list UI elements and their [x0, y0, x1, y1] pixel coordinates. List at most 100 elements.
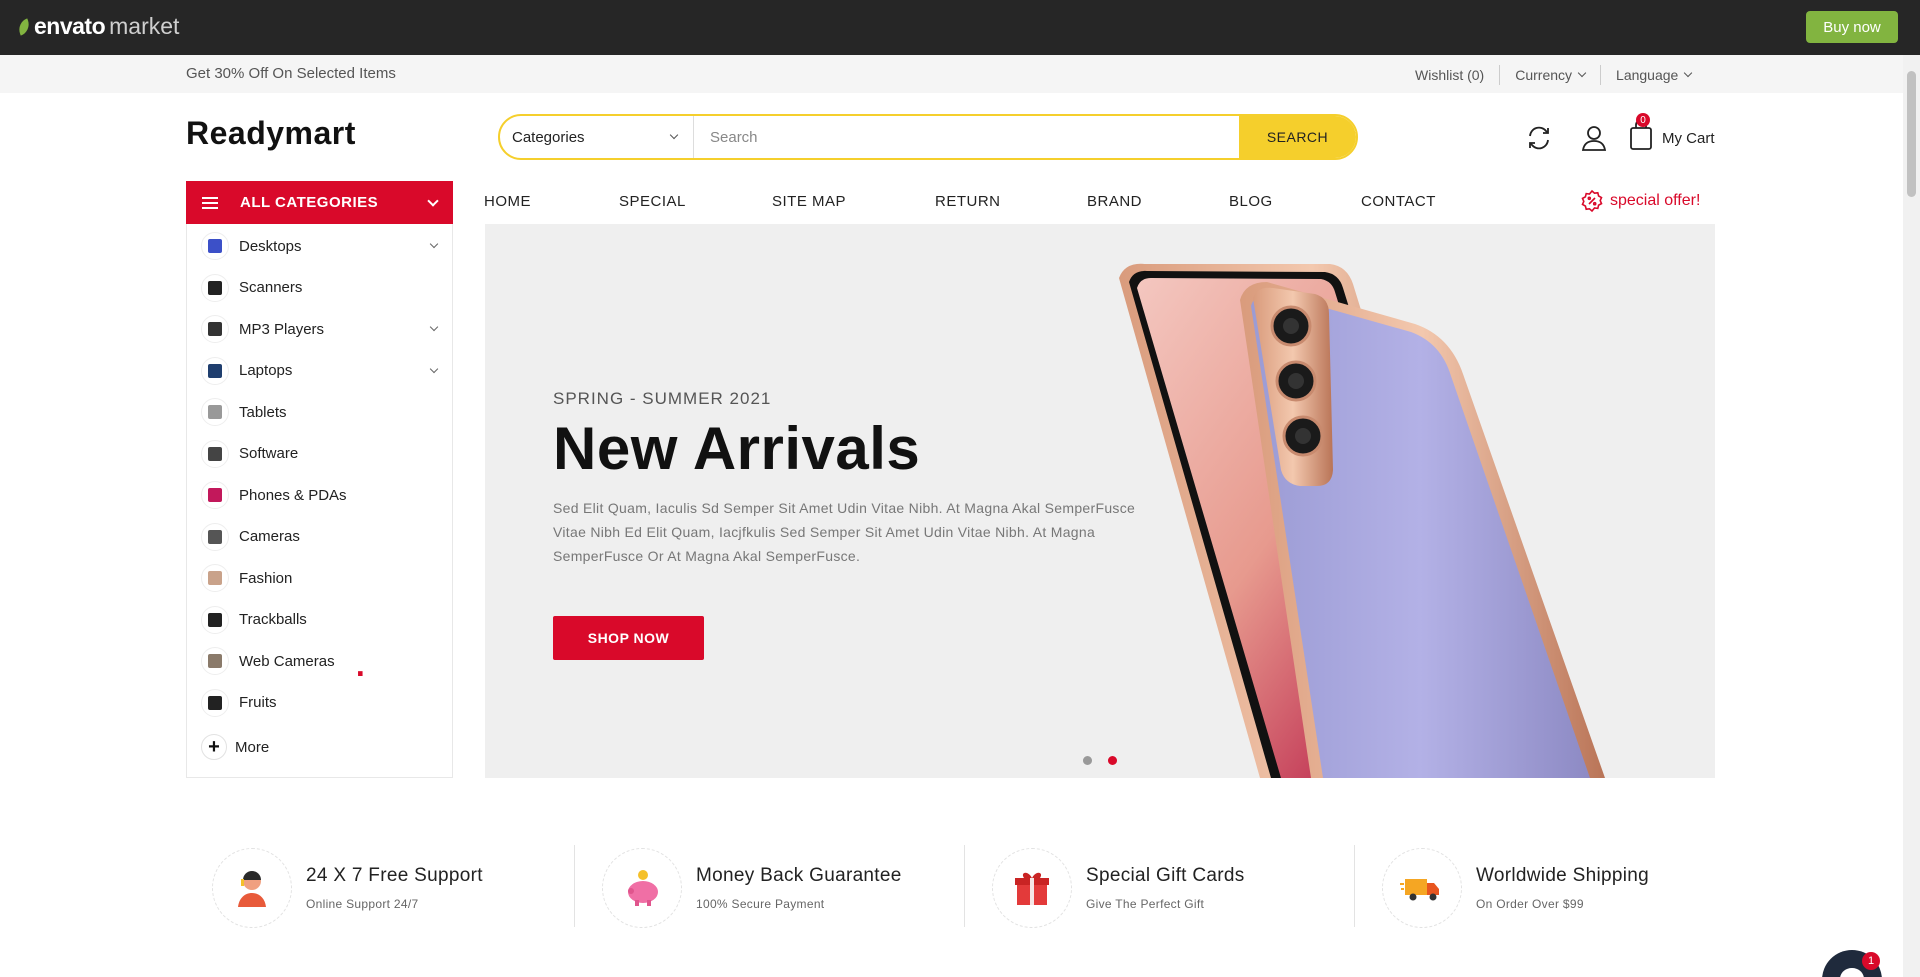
envato-leaf-icon [15, 17, 33, 36]
envato-logo[interactable]: envato market [15, 13, 180, 40]
category-item[interactable]: Laptops [201, 355, 441, 387]
cart-label: My Cart [1662, 129, 1715, 147]
category-item[interactable]: Web Cameras [201, 645, 441, 677]
nav-item[interactable]: RETURN [935, 193, 1001, 210]
category-thumbnail-icon [201, 605, 229, 634]
feature-title: 24 X 7 Free Support [306, 864, 483, 886]
category-item[interactable]: Trackballs [201, 604, 441, 636]
promo-text: Get 30% Off On Selected Items [186, 65, 396, 82]
currency-dropdown[interactable]: Currency [1500, 64, 1600, 86]
category-thumbnail-icon [201, 356, 229, 385]
chevron-down-icon [1577, 68, 1587, 78]
feature-item: Special Gift Cards Give The Perfect Gift [966, 845, 1348, 930]
nav-item[interactable]: HOME [484, 193, 531, 210]
category-list: Desktops Scanners MP3 Players Laptops Tablet… [186, 224, 453, 778]
gift-icon [992, 847, 1072, 928]
category-item-label: Fruits [239, 694, 277, 711]
category-item-label: Desktops [239, 237, 302, 255]
search-bar: Categories SEARCH [498, 114, 1358, 160]
search-button[interactable]: SEARCH [1239, 116, 1356, 158]
chevron-down-icon[interactable] [429, 322, 439, 332]
chevron-down-icon [669, 130, 679, 140]
special-offer-label: special offer! [1610, 192, 1701, 209]
language-dropdown[interactable]: Language [1601, 64, 1706, 86]
envato-logo-market: market [109, 13, 180, 39]
category-item[interactable]: MP3 Players [201, 313, 441, 345]
envato-bar: envato market Buy now [0, 0, 1920, 55]
site-logo-text: Readymart [186, 115, 356, 151]
feature-divider [574, 845, 575, 927]
piggy-bank-icon [602, 847, 682, 928]
support-agent-icon [212, 847, 292, 928]
search-input[interactable] [694, 116, 1239, 158]
feature-subtitle: 100% Secure Payment [696, 896, 825, 911]
category-item[interactable]: Scanners [201, 272, 441, 304]
user-account-icon[interactable] [1579, 123, 1609, 153]
all-categories-toggle[interactable]: ALL CATEGORIES [186, 181, 453, 224]
nav-item[interactable]: SPECIAL [619, 193, 686, 210]
hero-title: New Arrivals [553, 415, 921, 482]
feature-text: Worldwide Shipping On Order Over $99 [1476, 865, 1649, 911]
shopping-bag-icon: 0 [1628, 113, 1654, 151]
compare-icon[interactable] [1524, 123, 1554, 153]
page: Get 30% Off On Selected Items Wishlist (… [0, 55, 1903, 977]
category-item[interactable]: Tablets [201, 396, 441, 428]
feature-item: Money Back Guarantee 100% Secure Payment [576, 845, 958, 930]
category-item-label: Trackballs [239, 611, 307, 628]
nav-item[interactable]: SITE MAP [772, 193, 846, 210]
category-thumbnail-icon [201, 273, 229, 302]
category-select[interactable]: Categories [500, 116, 694, 158]
feature-subtitle: On Order Over $99 [1476, 896, 1584, 911]
category-select-label: Categories [512, 128, 585, 146]
nav-item[interactable]: CONTACT [1361, 193, 1436, 210]
feature-divider [1354, 845, 1355, 927]
nav-item[interactable]: BRAND [1087, 193, 1142, 210]
feature-text: Money Back Guarantee 100% Secure Payment [696, 865, 902, 911]
category-item-label: Tablets [239, 403, 287, 421]
special-offer-link[interactable]: special offer! [1580, 189, 1700, 213]
cart-button[interactable]: 0 My Cart [1628, 113, 1715, 151]
more-label: More [235, 738, 270, 756]
feature-subtitle: Give The Perfect Gift [1086, 896, 1205, 911]
buy-now-button[interactable]: Buy now [1806, 11, 1898, 43]
smartphone-image [1119, 263, 1605, 778]
nav-item[interactable]: BLOG [1229, 193, 1273, 210]
features-row: 24 X 7 Free Support Online Support 24/7 Mo… [186, 845, 1716, 930]
chevron-down-icon[interactable] [429, 364, 439, 373]
cart-count-badge: 0 [1636, 113, 1650, 127]
category-item-label: Software [239, 445, 299, 462]
category-item[interactable]: Fruits [201, 687, 441, 719]
category-item[interactable]: Desktops [201, 230, 441, 262]
site-logo[interactable]: Readymart. [186, 115, 365, 683]
hero-description: Sed Elit Quam, Iaculis Sd Semper Sit Ame… [553, 500, 1136, 564]
wishlist-link[interactable]: Wishlist (0) [1400, 64, 1499, 86]
slider-dot-1[interactable] [1083, 756, 1092, 765]
shop-now-button[interactable]: SHOP NOW [553, 616, 704, 660]
category-thumbnail-icon [201, 439, 229, 468]
category-thumbnail-icon [201, 315, 229, 343]
category-item[interactable]: Phones & PDAs [201, 479, 441, 511]
category-item-label: Web Cameras [239, 652, 335, 670]
wishlist-label: Wishlist (0) [1415, 67, 1485, 83]
info-bar: Get 30% Off On Selected Items Wishlist (… [0, 55, 1903, 93]
language-label: Language [1616, 67, 1679, 83]
more-categories-button[interactable]: + More [201, 731, 441, 763]
category-item[interactable]: Fashion [201, 562, 441, 594]
page-scrollbar[interactable] [1903, 55, 1920, 977]
feature-title: Special Gift Cards [1086, 864, 1245, 886]
feature-divider [964, 845, 965, 927]
category-item-label: Phones & PDAs [239, 486, 347, 504]
slider-dot-2[interactable] [1108, 756, 1117, 765]
category-item[interactable]: Software [201, 438, 441, 470]
feature-item: Worldwide Shipping On Order Over $99 [1356, 845, 1738, 930]
feature-item: 24 X 7 Free Support Online Support 24/7 [186, 845, 568, 930]
category-item-label: Laptops [239, 362, 293, 379]
category-item[interactable]: Cameras [201, 521, 441, 553]
scrollbar-thumb[interactable] [1907, 71, 1916, 197]
chevron-down-icon[interactable] [429, 239, 439, 249]
hamburger-icon [202, 196, 218, 209]
delivery-truck-icon [1382, 847, 1462, 928]
feature-text: Special Gift Cards Give The Perfect Gift [1086, 865, 1245, 911]
category-thumbnail-icon [201, 232, 229, 260]
category-item-label: MP3 Players [239, 320, 325, 338]
